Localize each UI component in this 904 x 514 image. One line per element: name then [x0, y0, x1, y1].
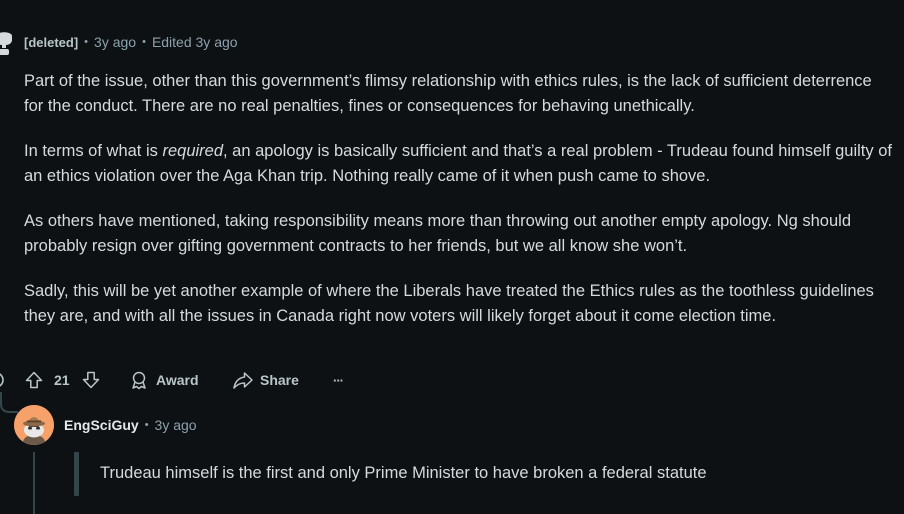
award-label: Award — [156, 372, 199, 388]
deleted-user-avatar-icon — [0, 24, 22, 60]
upvote-button[interactable] — [24, 368, 44, 392]
edited-label: Edited 3y ago — [151, 34, 238, 50]
thread-line[interactable] — [33, 452, 35, 514]
vote-count: 21 — [54, 372, 70, 388]
snoo-avatar-icon — [14, 405, 54, 445]
comment-header: [deleted] • 3y ago • Edited 3y ago — [24, 33, 238, 51]
blockquote-bar — [74, 452, 79, 496]
emphasis: required — [162, 142, 224, 160]
comment-thread: [deleted] • 3y ago • Edited 3y ago Part … — [0, 0, 904, 514]
reply-age: 3y ago — [154, 417, 197, 433]
arrow-up-icon — [25, 371, 43, 389]
comment-paragraph: In terms of what is required, an apology… — [24, 142, 892, 185]
arrow-down-icon — [82, 371, 100, 389]
comment-author: [deleted] — [24, 34, 79, 50]
reply-quote: Trudeau himself is the first and only Pr… — [100, 464, 707, 482]
avatar[interactable] — [14, 405, 54, 445]
downvote-button[interactable] — [81, 368, 101, 392]
comment-paragraph: As others have mentioned, taking respons… — [24, 212, 851, 255]
reply-author[interactable]: EngSciGuy — [64, 417, 139, 433]
more-options-icon: ··· — [333, 372, 344, 388]
reply-header: EngSciGuy • 3y ago — [64, 415, 197, 435]
share-label: Share — [260, 372, 299, 388]
share-button[interactable]: Share — [232, 368, 299, 392]
collapse-thread-icon[interactable] — [0, 368, 6, 392]
comment-body: Part of the issue, other than this gover… — [24, 69, 894, 349]
award-button[interactable]: Award — [129, 368, 199, 392]
comment-paragraph: Sadly, this will be yet another example … — [24, 282, 874, 325]
separator-dot: • — [142, 36, 146, 48]
comment-paragraph: Part of the issue, other than this gover… — [24, 72, 872, 115]
award-icon — [132, 371, 146, 390]
more-options-button[interactable]: ··· — [333, 368, 344, 392]
comment-action-bar: 21 Award Share ··· — [0, 368, 400, 392]
separator-dot: • — [144, 419, 149, 431]
share-icon — [233, 372, 253, 389]
comment-age: 3y ago — [94, 34, 137, 50]
separator-dot: • — [84, 36, 89, 48]
